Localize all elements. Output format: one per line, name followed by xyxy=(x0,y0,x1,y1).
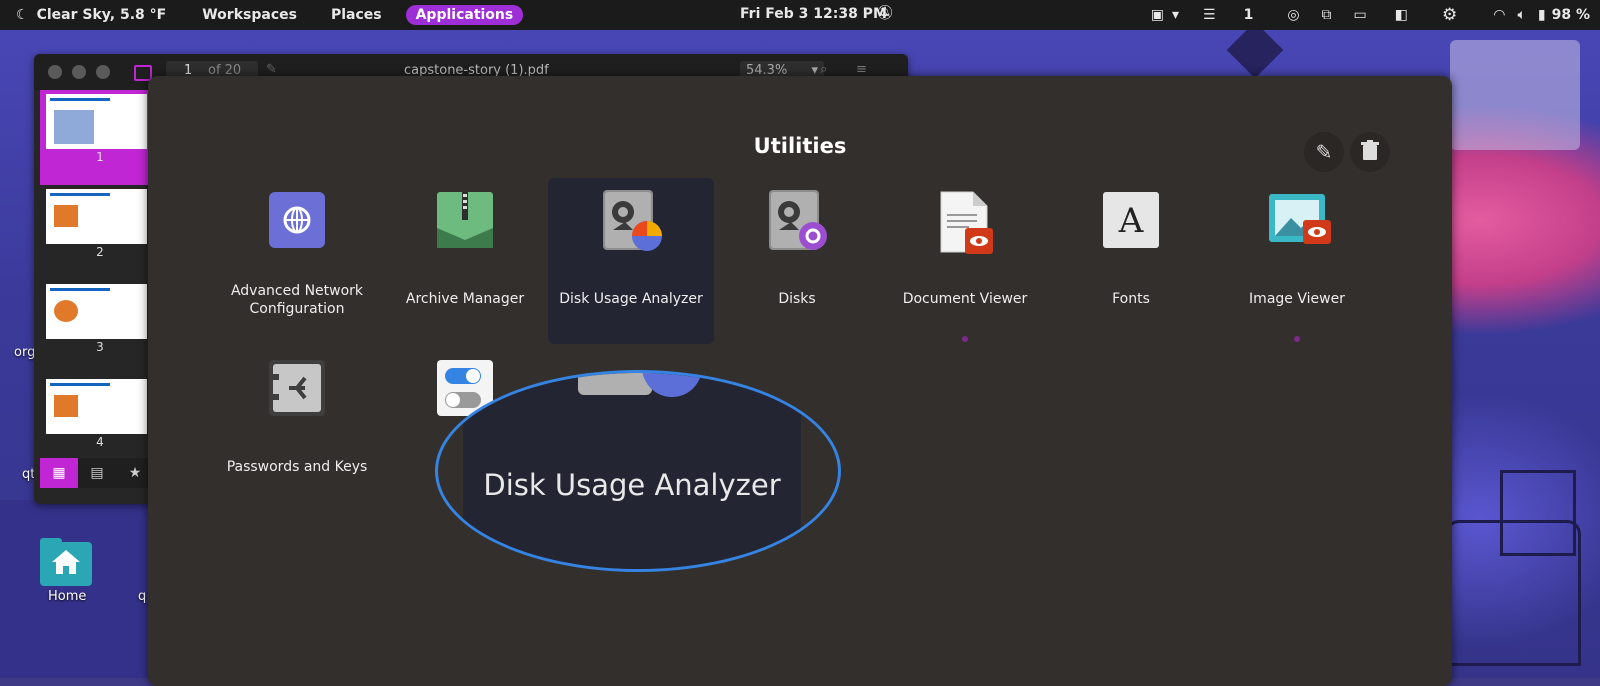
keys-icon xyxy=(267,358,327,418)
clock[interactable]: Fri Feb 3 12:38 PM xyxy=(740,6,887,22)
disk-usage-icon xyxy=(578,373,708,399)
search-icon[interactable]: ⌕ xyxy=(820,62,827,77)
app-label: Disk Usage Analyzer xyxy=(559,291,703,307)
clipboard-icon[interactable]: ⧉ xyxy=(1322,7,1332,23)
archive-icon xyxy=(435,190,495,250)
wifi-icon[interactable]: ◠ xyxy=(1493,7,1505,23)
app-document-viewer[interactable]: Document Viewer xyxy=(882,178,1048,344)
chevron-down-icon[interactable]: ▾ xyxy=(1172,7,1179,23)
cpu-chip-icon[interactable]: ▣ xyxy=(1151,7,1164,23)
thumbnails-tab-icon[interactable]: ▦ xyxy=(40,458,78,488)
fonts-icon: A xyxy=(1101,190,1161,250)
app-disk-usage-analyzer[interactable]: Disk Usage Analyzer xyxy=(548,178,714,344)
thumbnail-number: 1 xyxy=(96,150,104,164)
battery-icon[interactable]: ▮ xyxy=(1538,7,1546,23)
app-disks[interactable]: Disks xyxy=(714,178,880,344)
applications-button[interactable]: Applications xyxy=(405,5,524,25)
folder-title: Utilities xyxy=(753,134,847,158)
menu-icon[interactable]: ≡ xyxy=(856,62,867,77)
annotations-tab-icon[interactable]: ▤ xyxy=(78,458,116,488)
app-archive-manager[interactable]: Archive Manager xyxy=(382,178,548,344)
desktop-icon-label-q[interactable]: q xyxy=(138,589,146,604)
desktop-icon-label-home[interactable]: Home xyxy=(48,589,86,604)
app-label: Archive Manager xyxy=(405,291,525,307)
disk-usage-icon xyxy=(601,190,662,251)
messenger-icon[interactable]: ◎ xyxy=(1287,7,1299,23)
home-folder-icon[interactable] xyxy=(40,538,92,586)
running-indicator xyxy=(1294,336,1300,342)
workspace-number[interactable]: 1 xyxy=(1244,7,1254,23)
app-label: Document Viewer xyxy=(902,291,1028,307)
app-label: Advanced Network Configuration xyxy=(230,283,364,317)
app-label: Disks xyxy=(778,291,816,307)
svg-text:A: A xyxy=(1118,201,1144,241)
volume-icon[interactable]: 🔈︎ xyxy=(1517,7,1525,23)
moon-icon: ☾ xyxy=(16,7,29,23)
magnified-app-label: Disk Usage Analyzer xyxy=(483,468,781,502)
places-button[interactable]: Places xyxy=(321,5,392,25)
workspaces-button[interactable]: Workspaces xyxy=(192,5,307,25)
image-viewer-icon xyxy=(1267,190,1331,250)
zoom-magnifier: Disk Usage Analyzer xyxy=(435,370,841,572)
screenshot-icon[interactable]: ▭ xyxy=(1354,7,1367,23)
keyboard-layout-icon[interactable]: ☰ xyxy=(1203,7,1216,23)
trash-icon xyxy=(1361,140,1379,164)
top-panel: ☾ Clear Sky, 5.8 °F Workspaces Places Ap… xyxy=(0,0,1600,30)
app-label: Image Viewer xyxy=(1249,291,1345,307)
app-fonts[interactable]: A Fonts xyxy=(1048,178,1214,344)
disks-icon xyxy=(767,190,827,250)
battery-percentage: 98 % xyxy=(1551,7,1590,23)
window-minimize-button[interactable] xyxy=(72,65,86,79)
window-maximize-button[interactable] xyxy=(96,65,110,79)
document-viewer-icon xyxy=(935,190,995,254)
sidebar-toggle-icon[interactable] xyxy=(134,65,152,81)
desktop-icon-label-org[interactable]: org xyxy=(14,345,35,360)
network-icon xyxy=(267,190,327,250)
app-passwords-and-keys[interactable]: Passwords and Keys xyxy=(214,346,380,512)
thumbnail-number: 2 xyxy=(96,245,104,259)
app-label: Passwords and Keys xyxy=(226,459,368,475)
thumbnail-number: 4 xyxy=(96,435,104,449)
display-icon[interactable]: ◧ xyxy=(1395,7,1408,23)
delete-folder-button[interactable] xyxy=(1350,132,1390,172)
running-indicator xyxy=(962,336,968,342)
rename-folder-button[interactable]: ✎ xyxy=(1304,132,1344,172)
weather-indicator[interactable]: ☾ Clear Sky, 5.8 °F xyxy=(16,7,166,23)
app-advanced-network-configuration[interactable]: Advanced Network Configuration xyxy=(214,178,380,344)
weather-label: Clear Sky, 5.8 °F xyxy=(36,7,167,23)
app-label: Fonts xyxy=(1112,291,1150,307)
settings-gear-icon[interactable]: ⚙ xyxy=(1442,5,1457,25)
thumbnail-number: 3 xyxy=(96,340,104,354)
annotate-pencil-icon[interactable]: ✎ xyxy=(266,62,277,77)
notifications-muted-icon[interactable]: 🔕︎ xyxy=(876,5,894,21)
app-image-viewer[interactable]: Image Viewer xyxy=(1214,178,1380,344)
window-close-button[interactable] xyxy=(48,65,62,79)
pencil-icon: ✎ xyxy=(1315,140,1333,164)
system-tray: ▣ ▾ ☰ 1 ◎ ⧉ ▭ ◧ ⚙ ◠ 🔈︎ ▮ 98 % xyxy=(1133,0,1590,30)
